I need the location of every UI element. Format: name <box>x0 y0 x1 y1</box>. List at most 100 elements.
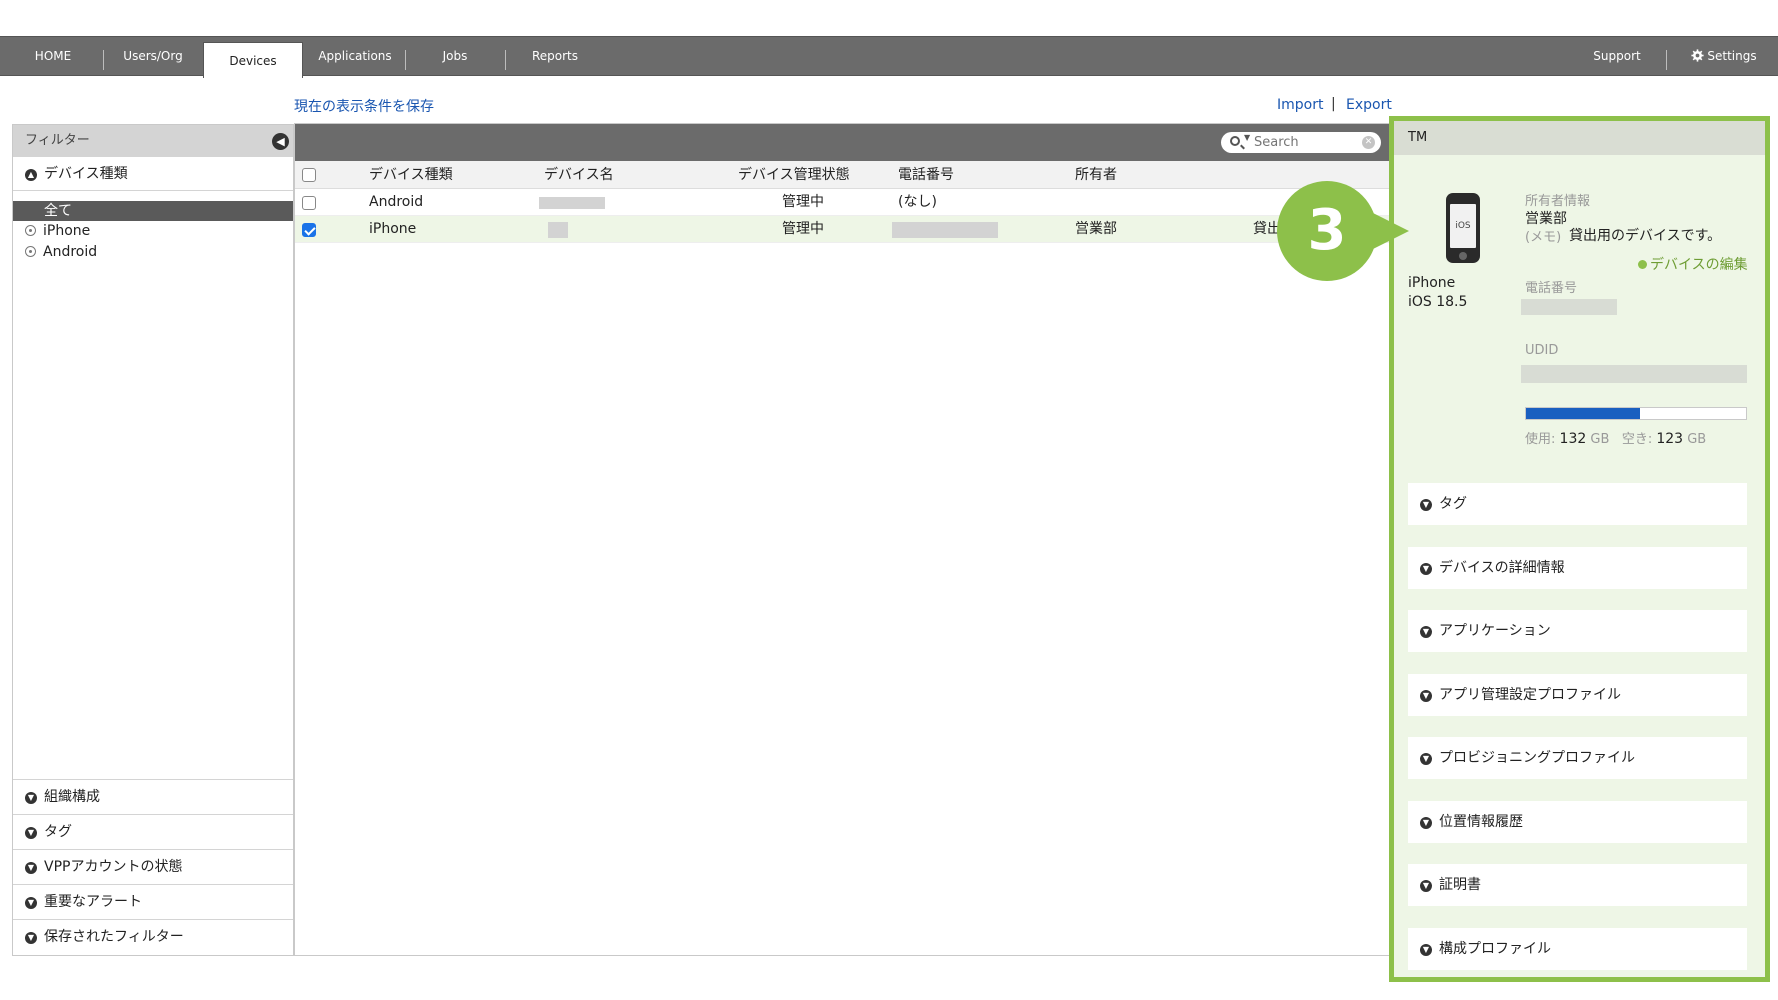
nav-settings[interactable]: Settings <box>1680 37 1768 76</box>
filter-section-alerts[interactable]: ▼ 重要なアラート <box>13 885 293 920</box>
storage-free-label: 空き: <box>1621 432 1653 447</box>
edit-dot-icon <box>1638 260 1647 269</box>
device-os: iOS 18.5 <box>1408 294 1468 310</box>
memo-label: (メモ) <box>1525 230 1562 245</box>
storage-unit: GB <box>1590 432 1610 447</box>
caret-down-icon[interactable]: ▼ <box>1244 133 1250 142</box>
cell-device-type: iPhone <box>369 221 417 237</box>
step-badge: 3 <box>1277 181 1377 281</box>
column-header-owner[interactable]: 所有者 <box>1075 161 1117 189</box>
nav-separator <box>103 50 104 70</box>
chevron-down-icon: ▼ <box>25 792 37 804</box>
link-separator: | <box>1331 96 1336 112</box>
filter-option-iphone[interactable]: iPhone <box>13 221 293 242</box>
filter-title: フィルター <box>25 133 90 148</box>
filter-option-label: Android <box>43 244 98 260</box>
nav-separator <box>505 50 506 70</box>
device-list: ▼ ✕ デバイス種類 デバイス名 デバイス管理状態 電話番号 所有者 Andro… <box>294 123 1392 956</box>
filter-section-saved[interactable]: ▼ 保存されたフィルター <box>13 920 293 955</box>
table-row[interactable]: iPhone 管理中 営業部 貸出 <box>295 216 1391 243</box>
storage-bar <box>1525 407 1747 420</box>
table-row[interactable]: Android 管理中 (なし) <box>295 189 1391 216</box>
filter-section-vpp[interactable]: ▼ VPPアカウントの状態 <box>13 850 293 885</box>
search-box[interactable]: ▼ ✕ <box>1221 132 1381 153</box>
search-icon <box>1230 136 1240 146</box>
accordion-provisioning-profile[interactable]: ▼ プロビジョニングプロファイル <box>1408 737 1747 779</box>
filter-section-org[interactable]: ▼ 組織構成 <box>13 780 293 815</box>
row-checkbox[interactable] <box>302 196 316 210</box>
filter-section-label: 重要なアラート <box>44 894 142 910</box>
gear-icon <box>1691 49 1704 62</box>
filter-section-label: 保存されたフィルター <box>44 929 184 945</box>
chevron-down-icon: ▼ <box>1420 626 1432 638</box>
chevron-down-icon: ▼ <box>1420 753 1432 765</box>
column-header-device-type[interactable]: デバイス種類 <box>369 161 453 189</box>
chevron-down-icon: ▼ <box>1420 499 1432 511</box>
filter-section-label: デバイス種類 <box>44 166 128 182</box>
edit-device-label: デバイスの編集 <box>1650 257 1748 273</box>
save-view-link[interactable]: 現在の表示条件を保存 <box>294 96 434 116</box>
phone-icon: iOS <box>1446 193 1480 263</box>
accordion-app-config-profile[interactable]: ▼ アプリ管理設定プロファイル <box>1408 674 1747 716</box>
storage-summary: 使用: 132 GB 空き: 123 GB <box>1525 428 1706 447</box>
import-link[interactable]: Import <box>1277 97 1323 113</box>
collapse-left-icon[interactable]: ◀ <box>272 133 289 150</box>
row-checkbox[interactable] <box>302 223 316 237</box>
accordion-label: デバイスの詳細情報 <box>1439 560 1565 576</box>
chevron-down-icon: ▼ <box>1420 880 1432 892</box>
storage-used-label: 使用: <box>1525 432 1556 447</box>
phone-label: 電話番号 <box>1525 281 1578 296</box>
owner-label: 所有者情報 <box>1525 194 1591 209</box>
redacted-phone-number <box>1521 299 1617 315</box>
chevron-down-icon: ▼ <box>25 862 37 874</box>
memo-value: 貸出用のデバイスです。 <box>1569 228 1722 244</box>
chevron-down-icon: ▼ <box>25 827 37 839</box>
accordion-label: 証明書 <box>1439 877 1481 893</box>
redacted-phone <box>892 222 998 238</box>
column-header-phone[interactable]: 電話番号 <box>898 161 954 189</box>
accordion-label: プロビジョニングプロファイル <box>1439 750 1635 766</box>
nav-jobs[interactable]: Jobs <box>420 37 490 76</box>
accordion-certificates[interactable]: ▼ 証明書 <box>1408 864 1747 906</box>
storage-unit: GB <box>1687 432 1707 447</box>
filter-panel: フィルター ◀ ▲ デバイス種類 全て iPhone Android ▼ 組織構成 … <box>12 124 294 956</box>
accordion-label: タグ <box>1439 496 1467 512</box>
cell-status: 管理中 <box>782 221 824 237</box>
column-header-status[interactable]: デバイス管理状態 <box>738 161 850 189</box>
settings-label: Settings <box>1707 49 1757 63</box>
device-model: iPhone <box>1408 275 1456 291</box>
device-detail-panel: TM iOS iPhone iOS 18.5 所有者情報 営業部 (メモ) 貸出… <box>1389 116 1770 982</box>
search-input[interactable] <box>1254 134 1354 151</box>
export-link[interactable]: Export <box>1346 97 1392 113</box>
chevron-down-icon: ▼ <box>1420 944 1432 956</box>
filter-option-all[interactable]: 全て <box>13 201 293 221</box>
nav-devices[interactable]: Devices <box>203 42 303 78</box>
nav-users-org[interactable]: Users/Org <box>110 37 196 76</box>
chevron-down-icon: ▼ <box>25 897 37 909</box>
filter-section-device-type[interactable]: ▲ デバイス種類 <box>13 157 293 191</box>
detail-header: TM <box>1394 121 1765 155</box>
accordion-config-profile[interactable]: ▼ 構成プロファイル <box>1408 928 1747 970</box>
clear-icon[interactable]: ✕ <box>1362 136 1375 149</box>
filter-header: フィルター ◀ <box>13 125 293 157</box>
cell-status: 管理中 <box>782 194 824 210</box>
nav-support[interactable]: Support <box>1582 37 1652 76</box>
nav-home[interactable]: HOME <box>18 37 88 76</box>
accordion-device-details[interactable]: ▼ デバイスの詳細情報 <box>1408 547 1747 589</box>
filter-section-tag[interactable]: ▼ タグ <box>13 815 293 850</box>
accordion-applications[interactable]: ▼ アプリケーション <box>1408 610 1747 652</box>
radio-icon <box>25 225 36 236</box>
filter-option-android[interactable]: Android <box>13 242 293 263</box>
accordion-tag[interactable]: ▼ タグ <box>1408 483 1747 525</box>
filter-section-label: 組織構成 <box>44 789 100 805</box>
accordion-label: アプリ管理設定プロファイル <box>1439 687 1621 703</box>
nav-reports[interactable]: Reports <box>520 37 590 76</box>
edit-device-link[interactable]: デバイスの編集 <box>1638 254 1748 274</box>
nav-applications[interactable]: Applications <box>312 37 398 76</box>
accordion-label: 位置情報履歴 <box>1439 814 1523 830</box>
column-header-device-name[interactable]: デバイス名 <box>544 161 614 189</box>
chevron-down-icon: ▼ <box>1420 690 1432 702</box>
redacted-udid <box>1521 365 1747 383</box>
select-all-checkbox[interactable] <box>302 168 316 182</box>
accordion-location-history[interactable]: ▼ 位置情報履歴 <box>1408 801 1747 843</box>
